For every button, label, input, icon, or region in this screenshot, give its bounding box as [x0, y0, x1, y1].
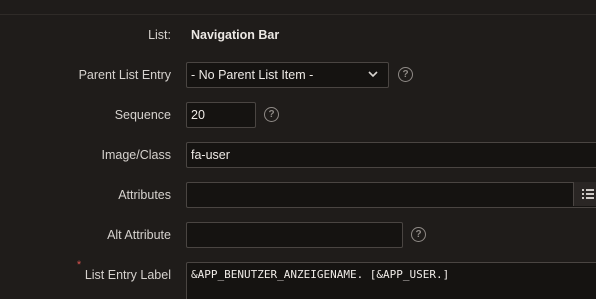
list-value: Navigation Bar: [191, 28, 280, 42]
required-marker: *: [76, 259, 82, 271]
list-label: List:: [148, 28, 171, 42]
list-entry-label-label: * List Entry Label: [77, 259, 171, 288]
alt-attribute-label: Alt Attribute: [107, 228, 171, 242]
top-divider: [0, 14, 596, 15]
sequence-input[interactable]: 20: [186, 102, 256, 128]
attributes-input[interactable]: [186, 182, 596, 208]
image-class-value: fa-user: [191, 148, 230, 162]
attributes-label: Attributes: [118, 188, 171, 202]
list-entry-label-textarea[interactable]: &APP_BENUTZER_ANZEIGENAME. [&APP_USER.]: [186, 262, 596, 299]
alt-attribute-input[interactable]: [186, 222, 403, 248]
help-icon[interactable]: ?: [264, 107, 279, 122]
list-entry-label-value: &APP_BENUTZER_ANZEIGENAME. [&APP_USER.]: [191, 268, 450, 281]
sequence-value: 20: [191, 108, 205, 122]
row-list: List: Navigation Bar: [0, 22, 596, 48]
chevron-down-icon: [368, 71, 378, 78]
image-class-label: Image/Class: [101, 148, 171, 162]
list-icon: [582, 189, 594, 199]
row-image-class: Image/Class fa-user: [0, 142, 596, 168]
row-sequence: Sequence 20 ?: [0, 102, 596, 128]
help-icon[interactable]: ?: [411, 227, 426, 242]
image-class-input[interactable]: fa-user: [186, 142, 596, 168]
parent-list-entry-select[interactable]: - No Parent List Item -: [186, 62, 389, 88]
row-attributes: Attributes: [0, 182, 596, 208]
row-list-entry-label: * List Entry Label &APP_BENUTZER_ANZEIGE…: [0, 259, 596, 299]
list-entry-form: List: Navigation Bar Parent List Entry -…: [0, 0, 596, 299]
row-parent-list-entry: Parent List Entry - No Parent List Item …: [0, 62, 596, 88]
help-icon[interactable]: ?: [398, 67, 413, 82]
attributes-list-button[interactable]: [573, 182, 596, 206]
list-entry-label-text: List Entry Label: [84, 268, 171, 282]
sequence-label: Sequence: [114, 108, 171, 122]
row-alt-attribute: Alt Attribute ?: [0, 222, 596, 248]
parent-list-entry-selected: - No Parent List Item -: [191, 68, 314, 82]
parent-list-entry-label: Parent List Entry: [78, 68, 171, 82]
